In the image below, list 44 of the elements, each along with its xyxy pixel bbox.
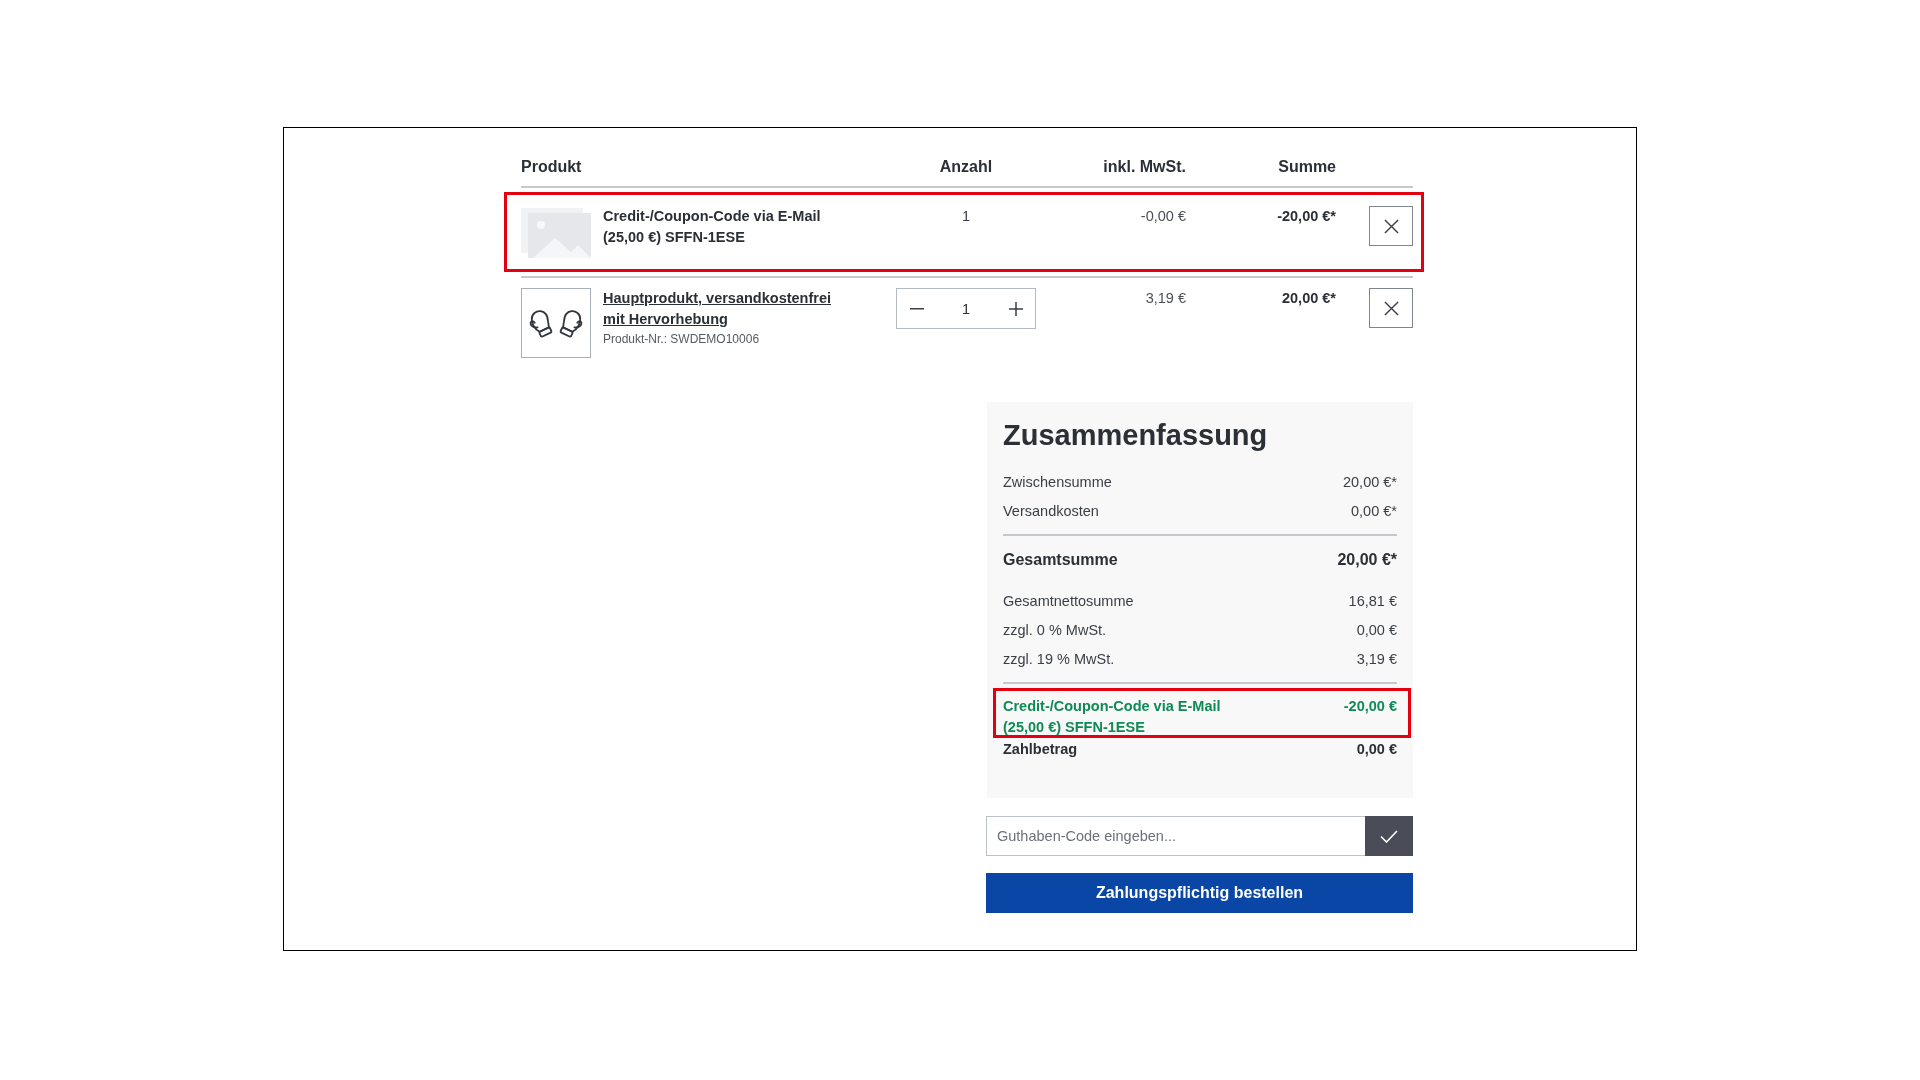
column-header: Anzahl: [938, 157, 994, 177]
total-value: -20,00 €*: [1277, 207, 1336, 226]
check-icon: [1380, 829, 1398, 843]
order-button[interactable]: Zahlungspflichtig bestellen: [986, 873, 1413, 913]
summary-label: Zwischensumme: [1003, 473, 1112, 492]
summary-label: zzgl. 19 % MwSt.: [1003, 650, 1115, 669]
summary-label: Versandkosten: [1003, 502, 1099, 521]
summary-value: 20,00 €*: [1337, 550, 1397, 570]
decrease-button[interactable]: [896, 288, 936, 329]
column-header: inkl. MwSt.: [1102, 157, 1186, 177]
summary-title: Zusammenfassung: [1003, 418, 1269, 452]
product-link[interactable]: Hauptprodukt, versandkostenfrei mit Hervorhebung: [603, 288, 839, 330]
remove-button[interactable]: [1369, 206, 1413, 246]
quantity-field[interactable]: 1: [936, 288, 996, 329]
summary-label: Zahlbetrag: [1003, 740, 1078, 759]
summary-value: 3,19 €: [1356, 650, 1397, 669]
image-placeholder-icon: [521, 208, 591, 258]
remove-button[interactable]: [1369, 288, 1413, 328]
close-icon: [1383, 218, 1399, 234]
column-header: Summe: [1277, 157, 1336, 177]
increase-button[interactable]: [996, 288, 1036, 329]
product-name: Credit-/Coupon-Code via E-Mail (25,00 €) SFFN-1ESE: [603, 207, 822, 247]
product-number: Produkt-Nr.: SWDEMO10006: [603, 331, 761, 348]
plus-icon: [1008, 301, 1023, 316]
summary-label: Gesamtsumme: [1003, 550, 1118, 570]
tax-value: 3,19 €: [1145, 289, 1186, 308]
summary-label: Gesamtnettosumme: [1003, 592, 1134, 611]
column-header: Produkt: [521, 157, 583, 177]
tax-value: -0,00 €: [1140, 207, 1186, 226]
summary-label: zzgl. 0 % MwSt.: [1003, 621, 1107, 640]
summary-value: 16,81 €: [1348, 592, 1397, 611]
voucher-code-field[interactable]: Guthaben-Code eingeben...: [986, 816, 1365, 856]
summary-value: 0,00 €: [1356, 621, 1397, 640]
close-icon: [1383, 300, 1399, 316]
summary-value: -20,00 €: [1343, 697, 1397, 716]
total-value: 20,00 €*: [1281, 289, 1336, 308]
quantity-value: 1: [961, 207, 971, 226]
summary-value: 0,00 €: [1356, 740, 1397, 759]
apply-code-button[interactable]: [1365, 816, 1413, 856]
minus-icon: [909, 307, 924, 310]
summary-value: 20,00 €*: [1342, 473, 1397, 492]
mittens-thumbnail: [521, 288, 591, 358]
summary-value: 0,00 €*: [1351, 502, 1397, 521]
summary-label: Credit-/Coupon-Code via E-Mail (25,00 €) SFFN-1ESE: [1003, 697, 1222, 737]
